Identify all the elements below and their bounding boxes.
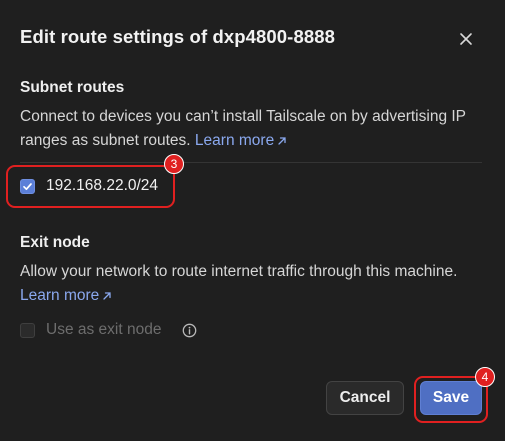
subnet-route-item[interactable]: 192.168.22.0/24	[20, 174, 158, 198]
edit-route-settings-dialog: Edit route settings of dxp4800-8888 Subn…	[0, 0, 505, 441]
route-step-badge: 3	[164, 154, 184, 174]
subnet-routes-description: Connect to devices you can’t install Tai…	[20, 105, 490, 153]
save-button[interactable]: Save	[420, 381, 482, 415]
info-icon[interactable]	[182, 323, 197, 338]
exit-node-label: Use as exit node	[46, 321, 162, 338]
exit-node-learn-more-link[interactable]: Learn more	[20, 287, 112, 304]
subnet-learn-more-link[interactable]: Learn more	[195, 132, 287, 149]
section-divider	[20, 162, 482, 163]
checkmark-icon	[23, 182, 32, 190]
close-button[interactable]	[454, 27, 478, 51]
exit-node-description-text: Allow your network to route internet tra…	[20, 263, 458, 280]
save-step-badge: 4	[475, 367, 495, 387]
exit-node-option: Use as exit node	[20, 318, 197, 342]
cancel-button[interactable]: Cancel	[326, 381, 404, 415]
subnet-learn-more-label: Learn more	[194, 132, 275, 149]
route-checkbox[interactable]	[20, 178, 35, 194]
subnet-routes-heading: Subnet routes	[20, 79, 125, 96]
exit-node-description: Allow your network to route internet tra…	[20, 260, 490, 308]
exit-node-heading: Exit node	[20, 234, 90, 251]
exit-node-learn-more-label: Learn more	[20, 287, 100, 304]
exit-node-checkbox	[20, 322, 35, 338]
external-arrow-icon	[103, 292, 111, 300]
close-icon	[460, 33, 472, 45]
dialog-title: Edit route settings of dxp4800-8888	[20, 26, 336, 47]
route-label: 192.168.22.0/24	[46, 177, 159, 194]
external-arrow-icon	[278, 137, 286, 145]
